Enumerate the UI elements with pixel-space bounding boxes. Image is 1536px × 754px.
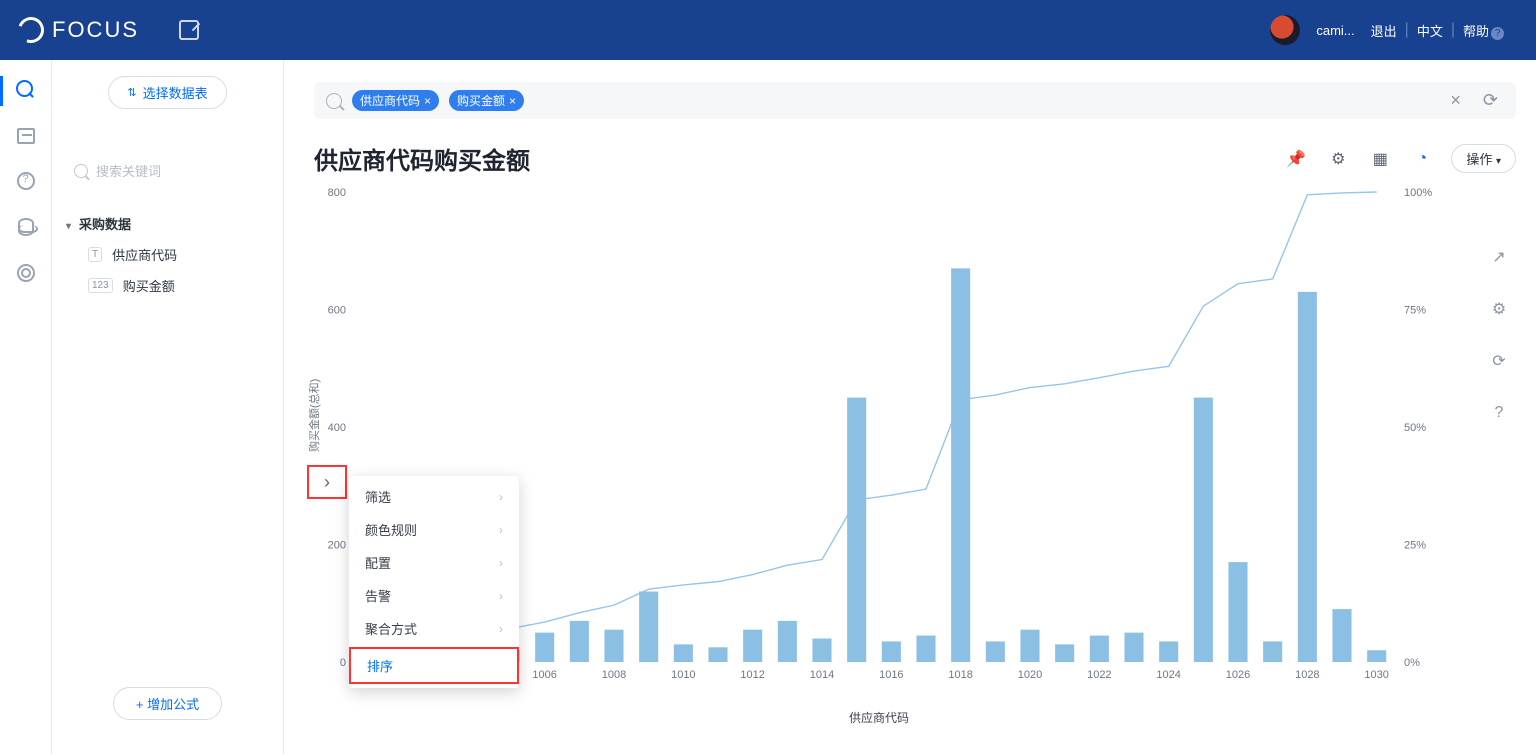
ctx-aggregate[interactable]: 聚合方式›	[349, 612, 519, 645]
ctx-config[interactable]: 配置›	[349, 546, 519, 579]
chart-refresh-icon[interactable]: ⟳	[1482, 344, 1516, 378]
user-name[interactable]: cami...	[1308, 23, 1362, 38]
top-bar: FOCUS cami... 退出 | 中文 | 帮助?	[0, 0, 1536, 60]
language-switch[interactable]: 中文	[1409, 21, 1451, 40]
svg-text:600: 600	[328, 305, 346, 317]
tree-item-label: 供应商代码	[112, 245, 177, 264]
svg-text:1020: 1020	[1018, 669, 1042, 681]
page-title: 供应商代码购买金额	[314, 141, 530, 176]
svg-text:800: 800	[328, 187, 346, 199]
add-formula-button[interactable]: + 增加公式	[113, 687, 222, 720]
expand-chart-icon[interactable]: ↗	[1482, 240, 1516, 274]
operations-button[interactable]: 操作 ▾	[1451, 144, 1516, 173]
svg-text:400: 400	[328, 422, 346, 434]
chip-remove-icon[interactable]: ×	[509, 94, 516, 108]
svg-text:1008: 1008	[602, 669, 626, 681]
chart-help-icon[interactable]: ?	[1482, 396, 1516, 430]
product-name: FOCUS	[52, 17, 139, 43]
svg-text:1024: 1024	[1156, 669, 1180, 681]
svg-text:1006: 1006	[532, 669, 556, 681]
query-search-icon	[326, 93, 342, 109]
edit-icon[interactable]	[179, 20, 199, 40]
help-icon: ?	[1491, 27, 1504, 40]
tree-item-label: 购买金额	[123, 276, 175, 295]
settings-icon[interactable]: ⚙	[1325, 146, 1351, 172]
nav-dashboard-icon[interactable]	[17, 128, 35, 144]
logo: FOCUS	[18, 17, 139, 43]
type-text-icon: T	[88, 247, 102, 262]
query-bar: 供应商代码× 购买金额× × ⟳	[314, 82, 1516, 119]
svg-text:1026: 1026	[1226, 669, 1250, 681]
nav-data-icon[interactable]	[18, 218, 34, 236]
svg-text:1030: 1030	[1364, 669, 1388, 681]
query-chip[interactable]: 购买金额×	[449, 90, 524, 111]
type-number-icon: 123	[88, 278, 113, 293]
svg-text:1014: 1014	[810, 669, 834, 681]
nav-search-icon[interactable]	[16, 80, 36, 100]
tree-item[interactable]: 123 购买金额	[66, 270, 269, 301]
pin-icon[interactable]: 📌	[1283, 146, 1309, 172]
tree-header[interactable]: 采购数据	[66, 214, 269, 233]
svg-text:1012: 1012	[740, 669, 764, 681]
svg-text:1022: 1022	[1087, 669, 1111, 681]
keyword-search[interactable]: 搜索关键词	[66, 157, 269, 184]
query-chip[interactable]: 供应商代码×	[352, 90, 439, 111]
chart-config-icon[interactable]: ⚙	[1482, 292, 1516, 326]
svg-text:1018: 1018	[948, 669, 972, 681]
ctx-alert[interactable]: 告警›	[349, 579, 519, 612]
chart-tool-rail: ↗ ⚙ ⟳ ?	[1482, 240, 1516, 430]
svg-text:25%: 25%	[1404, 540, 1426, 552]
table-view-icon[interactable]: ▦	[1367, 146, 1393, 172]
x-axis-label: 供应商代码	[314, 709, 1444, 726]
axis-context-menu: 筛选› 颜色规则› 配置› 告警› 聚合方式› 排序	[349, 476, 519, 688]
nav-help-icon[interactable]	[17, 172, 35, 190]
query-clear-icon[interactable]: ×	[1444, 90, 1467, 111]
tree-item[interactable]: T 供应商代码	[66, 239, 269, 270]
nav-settings-icon[interactable]	[17, 264, 35, 282]
ctx-color-rule[interactable]: 颜色规则›	[349, 513, 519, 546]
svg-text:75%: 75%	[1404, 305, 1426, 317]
search-icon	[74, 164, 88, 178]
select-table-button[interactable]: ⇅选择数据表	[108, 76, 226, 109]
avatar[interactable]	[1270, 15, 1300, 45]
svg-text:1010: 1010	[671, 669, 695, 681]
rail-active-indicator	[0, 76, 3, 106]
axis-expand-button[interactable]	[307, 465, 347, 499]
svg-text:100%: 100%	[1404, 187, 1432, 199]
svg-text:50%: 50%	[1404, 422, 1426, 434]
ctx-sort[interactable]: 排序	[349, 647, 519, 684]
chip-remove-icon[interactable]: ×	[424, 94, 431, 108]
logout-link[interactable]: 退出	[1363, 21, 1405, 40]
logo-icon	[14, 13, 49, 48]
svg-text:200: 200	[328, 540, 346, 552]
nav-rail	[0, 60, 52, 754]
chart-view-icon[interactable]: ◔	[1409, 146, 1435, 172]
svg-text:1028: 1028	[1295, 669, 1319, 681]
ctx-filter[interactable]: 筛选›	[349, 480, 519, 513]
svg-text:1016: 1016	[879, 669, 903, 681]
help-link[interactable]: 帮助?	[1455, 21, 1512, 40]
keyword-placeholder: 搜索关键词	[96, 161, 161, 180]
svg-text:0%: 0%	[1404, 657, 1420, 669]
sidebar: ⇅选择数据表 搜索关键词 采购数据 T 供应商代码 123 购买金额 + 增加公…	[52, 60, 284, 754]
svg-text:0: 0	[340, 657, 346, 669]
query-refresh-icon[interactable]: ⟳	[1477, 90, 1504, 111]
